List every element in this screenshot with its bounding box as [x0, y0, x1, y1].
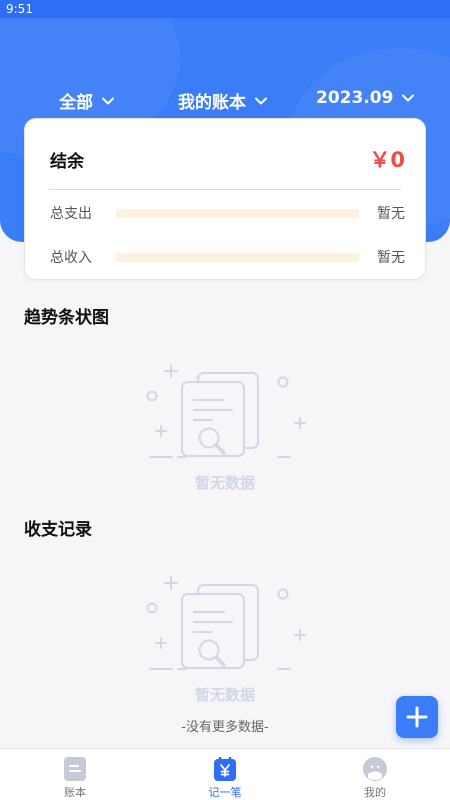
balance-label: 结余: [50, 151, 84, 172]
summary-card: 结余 ￥0 总支出 暂无 总收入 暂无: [24, 118, 426, 280]
income-row: 总收入 暂无: [50, 245, 405, 269]
month-filter-label: 2023.09: [316, 88, 394, 108]
balance-value: ￥0: [369, 148, 405, 172]
records-title: 收支记录: [24, 520, 92, 540]
expense-bar: [116, 208, 359, 218]
records-empty-state: 暂无数据: [140, 572, 310, 704]
income-value: 暂无: [377, 250, 405, 266]
chevron-down-icon: [402, 94, 415, 102]
plus-icon: [406, 706, 428, 728]
income-label: 总收入: [50, 250, 92, 266]
month-filter[interactable]: 2023.09: [316, 88, 415, 108]
income-bar: [116, 252, 359, 262]
account-filter[interactable]: 我的账本: [178, 88, 268, 113]
records-empty-label: 暂无数据: [194, 686, 255, 704]
category-filter[interactable]: 全部: [59, 88, 115, 113]
balance-row: 结余 ￥0: [50, 143, 405, 175]
expense-label: 总支出: [50, 206, 92, 222]
profile-face-icon: [363, 757, 387, 781]
trend-chart-title: 趋势条状图: [24, 308, 109, 328]
tab-profile-label: 我的: [364, 786, 386, 799]
chevron-down-icon: [255, 97, 267, 104]
status-bar: 9:51: [0, 0, 450, 18]
account-filter-label: 我的账本: [178, 93, 246, 113]
bottom-tab-bar: 账本 记一笔 我的: [0, 748, 450, 800]
trend-empty-label: 暂无数据: [194, 474, 255, 492]
category-filter-label: 全部: [59, 93, 93, 113]
expense-row: 总支出 暂无: [50, 201, 405, 225]
divider: [49, 189, 401, 190]
chevron-down-icon: [102, 97, 114, 104]
status-time: 9:51: [6, 2, 33, 16]
no-more-data-text: -没有更多数据-: [181, 720, 269, 735]
tab-ledger[interactable]: 账本: [0, 749, 150, 800]
expense-value: 暂无: [377, 206, 405, 222]
filter-bar: 全部 我的账本 2023.09: [0, 88, 450, 118]
empty-document-icon: [146, 364, 306, 458]
add-record-button[interactable]: [396, 696, 438, 738]
trend-empty-state: 暂无数据: [140, 360, 310, 492]
tab-record-label: 记一笔: [208, 786, 242, 799]
ledger-icon: [64, 757, 86, 781]
tab-profile[interactable]: 我的: [300, 749, 450, 800]
empty-document-icon: [146, 576, 306, 670]
tab-ledger-label: 账本: [64, 786, 86, 799]
record-yen-icon: [214, 757, 236, 781]
tab-record[interactable]: 记一笔: [150, 749, 300, 800]
